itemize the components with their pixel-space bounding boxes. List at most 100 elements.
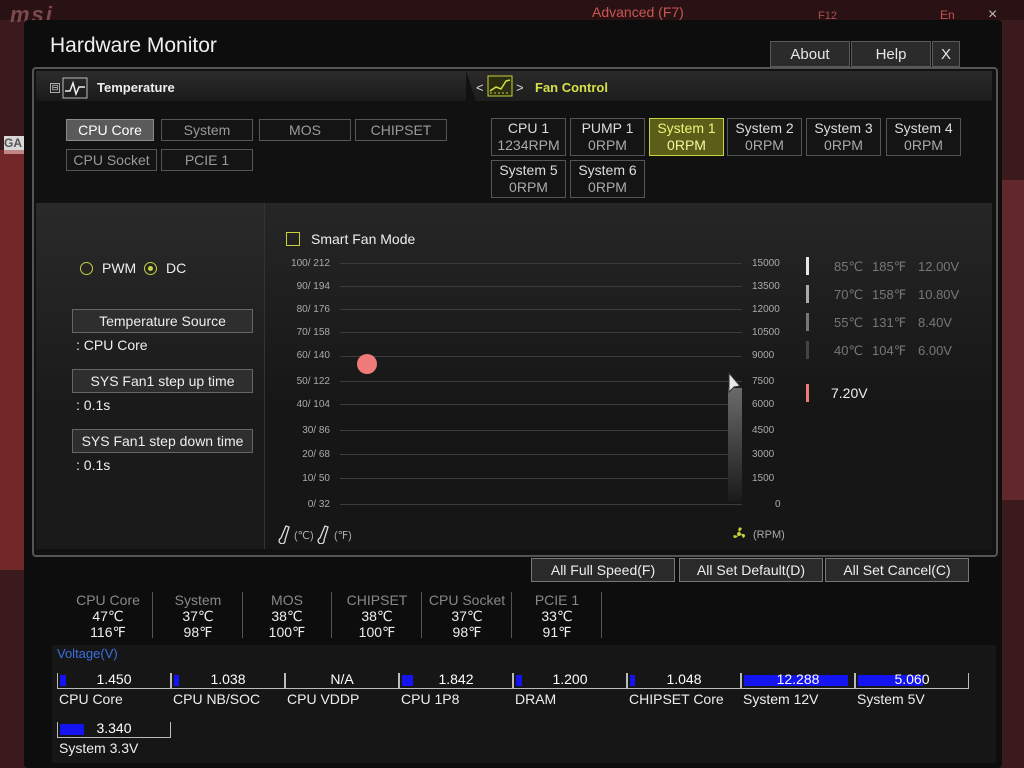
voltage-value: 1.200 [552,671,588,687]
fan-name: System 5 [499,162,558,178]
fan-name: PUMP 1 [581,120,634,136]
legend-voltage: 12.00V [918,259,960,274]
fan-system-1[interactable]: System 1 0RPM [649,118,724,156]
legend-temp-c: 70℃ [834,287,864,302]
monitor-celsius: 47℃ [92,608,124,624]
legend-voltage: 8.40V [918,315,952,330]
smart-fan-label: Smart Fan Mode [311,231,416,247]
y-tick-right: 4500 [752,425,775,436]
monitor-name: MOS [271,592,303,608]
fahrenheit-unit-label: (℉) [334,530,352,542]
legend-bar [806,341,809,359]
y-tick-right: 10500 [752,327,780,338]
voltage-bar-cpu-nb-soc: 1.038 [171,671,285,689]
fan-next-arrow-icon[interactable]: > [516,80,524,95]
gridline [340,263,742,264]
temp-source-pcie-1[interactable]: PCIE 1 [161,149,253,171]
voltage-name: System 12V [743,691,819,707]
monitor-fahrenheit: 100℉ [358,624,396,640]
monitor-celsius: 33℃ [541,608,573,624]
monitor-name: CPU Core [76,592,140,608]
fan-system-2[interactable]: System 2 0RPM [727,118,802,156]
voltage-bar-cpu-1p8: 1.842 [399,671,513,689]
fan-cpu-1[interactable]: CPU 1 1234RPM [491,118,566,156]
step-down-time-value: : 0.1s [76,457,111,473]
step-down-time-button[interactable]: SYS Fan1 step down time [72,429,253,453]
current-voltage: 7.20V [831,385,868,401]
y-tick-right: 13500 [752,281,780,292]
temperature-source-value: : CPU Core [76,337,148,353]
legend-temp-c: 85℃ [834,259,864,274]
gridline [340,504,742,505]
y-tick-right: 6000 [752,399,775,410]
voltage-value: N/A [330,671,354,687]
fan-rpm: 0RPM [824,137,863,153]
voltage-title: Voltage(V) [57,646,118,661]
fan-rpm: 0RPM [588,137,627,153]
monitor-system: System 37℃ 98℉ [154,592,243,640]
y-tick-left: 10/ 50 [302,473,330,484]
cursor-arrow-icon [728,372,741,394]
fan-rpm: 0RPM [667,137,706,153]
pwm-radio[interactable] [80,262,93,275]
fan-rpm: 0RPM [588,179,627,195]
smart-fan-checkbox[interactable] [286,232,300,246]
fan-prev-arrow-icon[interactable]: < [476,80,484,95]
rpm-unit-label: (RPM) [753,529,785,541]
temp-source-cpu-core[interactable]: CPU Core [66,119,154,141]
legend-temp-f: 185℉ [872,259,907,274]
temp-source-system[interactable]: System [161,119,253,141]
temp-source-mos[interactable]: MOS [259,119,351,141]
fan-system-3[interactable]: System 3 0RPM [806,118,881,156]
fan-name: System 3 [814,120,873,136]
monitor-name: PCIE 1 [534,592,580,608]
voltage-bar-cpu-core: 1.450 [57,671,171,689]
monitor-celsius: 37℃ [451,608,483,624]
monitor-fahrenheit: 116℉ [90,624,126,640]
voltage-value: 12.288 [776,671,820,687]
collapse-icon[interactable]: ⊟ [50,83,60,93]
all-set-default-button[interactable]: All Set Default(D) [679,558,823,582]
all-set-cancel-button[interactable]: All Set Cancel(C) [825,558,969,582]
fan-system-6[interactable]: System 6 0RPM [570,160,645,198]
voltage-value: 1.038 [210,671,246,687]
close-button[interactable]: X [932,41,960,67]
legend-temp-f: 158℉ [872,287,907,302]
dc-radio[interactable] [144,262,157,275]
fan-pump-1[interactable]: PUMP 1 0RPM [570,118,645,156]
y-tick-left: 70/ 158 [296,327,330,338]
temp-source-chipset[interactable]: CHIPSET [355,119,447,141]
fan-system-5[interactable]: System 5 0RPM [491,160,566,198]
background-panel-right [1000,180,1024,500]
fan-rpm: 1234RPM [497,137,560,153]
temperature-graph-icon [62,77,88,99]
voltage-name: DRAM [515,691,557,707]
step-up-time-button[interactable]: SYS Fan1 step up time [72,369,253,393]
voltage-value: 1.048 [666,671,702,687]
all-full-speed-button[interactable]: All Full Speed(F) [531,558,675,582]
temperature-source-button[interactable]: Temperature Source [72,309,253,333]
y-tick-right: 15000 [752,258,780,269]
fan-rpm: 0RPM [745,137,784,153]
voltage-value: 5.060 [894,671,930,687]
voltage-name: System 5V [857,691,925,707]
help-button[interactable]: Help [851,41,931,67]
advanced-mode-link[interactable]: Advanced (F7) [592,4,684,20]
gridline [340,381,742,382]
monitor-name: CHIPSET [346,592,408,608]
background-panel-left [0,150,24,570]
fan-rpm: 0RPM [509,179,548,195]
fan-name: System 2 [735,120,794,136]
monitor-name: System [174,592,222,608]
monitor-chipset: CHIPSET 38℃ 100℉ [333,592,422,640]
about-button[interactable]: About [770,41,850,67]
fan-system-4[interactable]: System 4 0RPM [886,118,961,156]
monitor-pcie-1: PCIE 1 33℃ 91℉ [513,592,602,640]
y-tick-left: 90/ 194 [296,281,330,292]
voltage-value: 1.450 [96,671,132,687]
voltage-bar-chipset-core: 1.048 [627,671,741,689]
temp-source-cpu-socket[interactable]: CPU Socket [66,149,157,171]
y-tick-left: 80/ 176 [296,304,330,315]
thermometer-icon [278,525,290,544]
gridline [340,356,742,357]
